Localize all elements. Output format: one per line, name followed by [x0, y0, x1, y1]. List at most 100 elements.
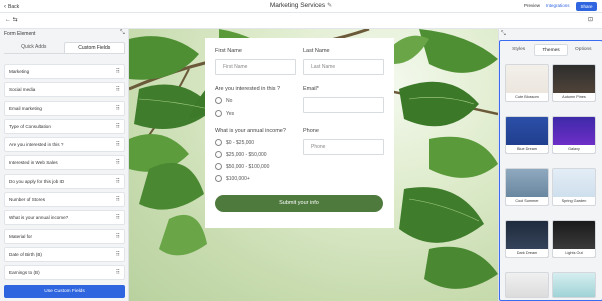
drag-handle-icon[interactable]: ⠿: [116, 159, 120, 166]
list-item[interactable]: Are you interested in this ? ⠿: [4, 137, 125, 153]
drag-handle-icon[interactable]: ⠿: [116, 178, 120, 185]
theme-thumb-caption: Spring Garden: [553, 197, 595, 205]
theme-thumb-lights-out[interactable]: Lights Out: [552, 220, 596, 258]
list-item-label: Email marketing: [9, 105, 42, 111]
first-name-label: First Name: [215, 48, 242, 54]
email-label: Email*: [303, 86, 319, 92]
radio-label: Yes: [226, 110, 235, 117]
theme-thumb-spring-garden[interactable]: Spring Garden: [552, 168, 596, 206]
list-item[interactable]: Number of Stores ⠿: [4, 192, 125, 208]
radio-label: $100,000+: [226, 175, 250, 182]
drag-handle-icon[interactable]: ⠿: [116, 68, 120, 75]
phone-label: Phone: [303, 128, 319, 134]
tab-options[interactable]: Options: [568, 44, 599, 56]
first-name-input[interactable]: First Name: [215, 59, 296, 75]
sub-toolbar: ← ⇆ ⊡: [0, 13, 602, 29]
custom-field-list: Marketing ⠿ Social media ⠿ Email marketing…: [4, 64, 125, 284]
theme-thumb-dark-dream[interactable]: Dark Dream: [505, 220, 549, 258]
list-item-label: Number of Stores: [9, 197, 45, 203]
list-item[interactable]: Earnings to (B) ⠿: [4, 265, 125, 281]
layout-icon[interactable]: ⊡: [588, 16, 593, 23]
list-item[interactable]: Type of Consultation ⠿: [4, 118, 125, 134]
pencil-icon[interactable]: ✎: [327, 3, 332, 9]
list-item-label: Do you apply for this job ID: [9, 178, 65, 184]
drag-handle-icon[interactable]: ⠿: [116, 251, 120, 258]
drag-handle-icon[interactable]: ⠿: [116, 196, 120, 203]
theme-thumb-cool-summer[interactable]: Cool Summer: [505, 168, 549, 206]
list-item[interactable]: Do you apply for this job ID ⠿: [4, 173, 125, 189]
form-element-panel: Form Element ⤡ Quick Adds Custom Fields …: [0, 29, 129, 301]
list-item[interactable]: Interested in Web Sales ⠿: [4, 155, 125, 171]
list-item-label: Type of Consultation: [9, 123, 51, 129]
list-item-label: Material for: [9, 233, 32, 239]
radio-label: $0 - $25,000: [226, 139, 255, 146]
theme-thumb-galaxy[interactable]: Galaxy: [552, 116, 596, 154]
list-item[interactable]: Social media ⠿: [4, 82, 125, 98]
list-item[interactable]: Material for ⠿: [4, 228, 125, 244]
theme-thumb-caption: Dark Dream: [506, 249, 548, 257]
drag-handle-icon[interactable]: ⠿: [116, 214, 120, 221]
collapse-icon[interactable]: ⤡: [120, 30, 125, 37]
tab-quick-adds[interactable]: Quick Adds: [4, 42, 64, 53]
theme-thumb-caption: Cute Blossom: [506, 93, 548, 101]
list-item-label: Earnings to (B): [9, 270, 40, 276]
radio-income-2[interactable]: $25,000 - $50,000: [215, 151, 267, 158]
radio-label: $25,000 - $50,000: [226, 151, 267, 158]
submit-button[interactable]: Submit your info: [215, 195, 383, 212]
radio-income-4[interactable]: $100,000+: [215, 175, 250, 182]
last-name-placeholder: Last Name: [311, 64, 336, 70]
list-item[interactable]: Email marketing ⠿: [4, 100, 125, 116]
radio-yes[interactable]: Yes: [215, 110, 234, 117]
tab-custom-fields[interactable]: Custom Fields: [63, 42, 125, 53]
preview-button[interactable]: Preview: [524, 3, 540, 8]
theme-thumb-autumn-pines[interactable]: Autumn Pines: [552, 64, 596, 102]
form-title[interactable]: Marketing Services ✎: [0, 2, 602, 9]
radio-income-1[interactable]: $0 - $25,000: [215, 139, 254, 146]
drag-handle-icon[interactable]: ⠿: [116, 269, 120, 276]
drag-handle-icon[interactable]: ⠿: [116, 123, 120, 130]
income-question: What is your annual income?: [215, 128, 286, 134]
drag-handle-icon[interactable]: ⠿: [116, 105, 120, 112]
list-item-label: Are you interested in this ?: [9, 142, 64, 148]
radio-label: $50,000 - $100,000: [226, 163, 270, 170]
radio-income-3[interactable]: $50,000 - $100,000: [215, 163, 269, 170]
top-bar: ‹ Back Marketing Services ✎ Preview Integ…: [0, 0, 602, 13]
first-name-placeholder: First Name: [223, 64, 248, 70]
theme-thumb-blue-dream[interactable]: Blue Dream: [505, 116, 549, 154]
last-name-input[interactable]: Last Name: [303, 59, 384, 75]
list-item[interactable]: What is your annual income? ⠿: [4, 210, 125, 226]
list-item[interactable]: Marketing ⠿: [4, 64, 125, 79]
list-item-label: What is your annual income?: [9, 215, 69, 221]
theme-thumb-cute-blossom[interactable]: Cute Blossom: [505, 64, 549, 102]
use-custom-fields-button[interactable]: Use Custom Fields: [4, 285, 125, 298]
radio-circle-icon[interactable]: [215, 97, 222, 104]
phone-input[interactable]: Phone: [303, 139, 384, 155]
integrations-button[interactable]: Integrations: [546, 3, 570, 8]
radio-circle-icon[interactable]: [215, 151, 222, 158]
theme-thumb-caption: Galaxy: [553, 145, 595, 153]
undo-redo-icon[interactable]: ← ⇆: [5, 16, 18, 23]
radio-no[interactable]: No: [215, 97, 232, 104]
radio-label: No: [226, 97, 233, 104]
panel-tabs: Quick Adds Custom Fields: [4, 42, 125, 54]
radio-circle-icon[interactable]: [215, 110, 222, 117]
theme-thumb-more[interactable]: [505, 272, 549, 298]
list-item-label: Social media: [9, 87, 36, 93]
tab-themes[interactable]: Themes: [534, 44, 568, 56]
radio-circle-icon[interactable]: [215, 175, 222, 182]
drag-handle-icon[interactable]: ⠿: [116, 141, 120, 148]
list-item-label: Date of Birth (B): [9, 251, 42, 257]
style-panel: ⤡ Styles Themes Options Cute Blossom Aut…: [498, 29, 602, 301]
email-input[interactable]: [303, 97, 384, 113]
radio-circle-icon[interactable]: [215, 163, 222, 170]
theme-thumb-caption: Blue Dream: [506, 145, 548, 153]
share-button[interactable]: Share: [576, 2, 597, 11]
collapse-icon[interactable]: ⤡: [501, 31, 506, 38]
radio-circle-icon[interactable]: [215, 139, 222, 146]
tab-styles[interactable]: Styles: [503, 44, 534, 56]
phone-placeholder: Phone: [311, 144, 326, 150]
list-item[interactable]: Date of Birth (B) ⠿: [4, 246, 125, 262]
drag-handle-icon[interactable]: ⠿: [116, 86, 120, 93]
drag-handle-icon[interactable]: ⠿: [116, 233, 120, 240]
theme-thumb-more[interactable]: [552, 272, 596, 298]
